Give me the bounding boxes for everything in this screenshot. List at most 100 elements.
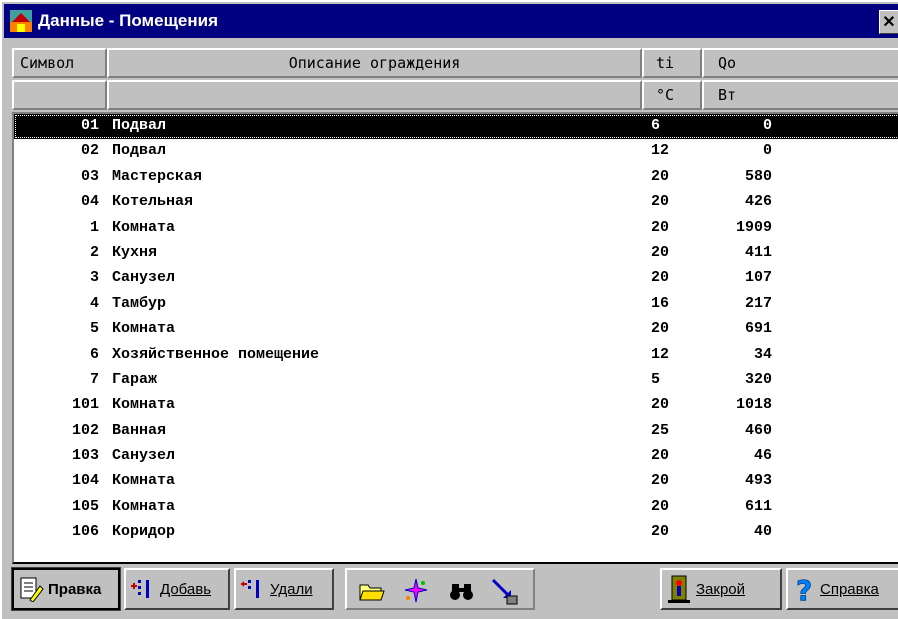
delete-button[interactable]: Удали bbox=[234, 568, 334, 610]
add-label: Добавь bbox=[160, 580, 212, 598]
row-ti: 20 bbox=[651, 497, 670, 515]
row-name: Комната bbox=[112, 396, 176, 414]
row-ti: 12 bbox=[651, 142, 670, 160]
row-qo: 1909 bbox=[735, 218, 772, 236]
app-icon bbox=[10, 10, 32, 32]
row-name: Комната bbox=[112, 320, 176, 338]
row-qo: 426 bbox=[744, 193, 772, 211]
row-ti: 20 bbox=[651, 396, 670, 414]
list-item[interactable]: 6 Хозяйственное помещение 12 34 bbox=[14, 343, 898, 368]
row-name: Комната bbox=[112, 497, 176, 515]
list-item[interactable]: 3 Санузел 20 107 bbox=[14, 266, 898, 291]
row-ti: 6 bbox=[651, 117, 661, 134]
row-qo: 107 bbox=[744, 269, 772, 287]
row-ti: 16 bbox=[651, 294, 670, 312]
row-number: 1 bbox=[89, 218, 99, 236]
row-qo: 493 bbox=[744, 472, 772, 490]
units-qo: Вт bbox=[702, 80, 898, 110]
row-name: Комната bbox=[112, 472, 176, 490]
row-qo: 411 bbox=[744, 243, 772, 261]
row-name: Хозяйственное помещение bbox=[112, 345, 320, 363]
row-name: Кухня bbox=[112, 243, 158, 261]
row-number: 104 bbox=[71, 472, 99, 490]
row-qo: 611 bbox=[744, 497, 772, 515]
row-ti: 5 bbox=[651, 370, 661, 388]
window-title: Данные - Помещения bbox=[38, 11, 219, 30]
delete-label: Удали bbox=[270, 580, 313, 598]
row-ti: 20 bbox=[651, 243, 670, 261]
row-name: Котельная bbox=[112, 193, 194, 211]
header-description[interactable]: Описание ограждения bbox=[107, 48, 642, 78]
row-qo: 460 bbox=[744, 421, 772, 439]
row-name: Подвал bbox=[112, 142, 167, 160]
row-number: 105 bbox=[71, 497, 99, 515]
row-ti: 20 bbox=[651, 523, 670, 541]
list-item[interactable]: 1 Комната 20 1909 bbox=[14, 216, 898, 241]
header-ti[interactable]: ti bbox=[642, 48, 702, 78]
row-number: 101 bbox=[71, 396, 99, 414]
row-ti: 20 bbox=[651, 447, 670, 465]
close-button[interactable]: Закрой bbox=[660, 568, 782, 610]
tools-group bbox=[345, 568, 535, 610]
row-name: Мастерская bbox=[112, 167, 203, 185]
close-icon: ✕ bbox=[882, 14, 896, 31]
rooms-list[interactable]: 01 Подвал 6 0 02 Подвал 12 0 03 Мастерская 20 580 04… bbox=[12, 112, 898, 564]
list-item[interactable]: 105 Комната 20 611 bbox=[14, 495, 898, 520]
help-question-icon: ? bbox=[796, 574, 813, 604]
list-item[interactable]: 101 Комната 20 1018 bbox=[14, 393, 898, 418]
list-item[interactable]: 04 Котельная 20 426 bbox=[14, 190, 898, 215]
list-item[interactable]: 03 Мастерская 20 580 bbox=[14, 165, 898, 190]
header-qo[interactable]: Qo bbox=[702, 48, 898, 78]
row-name: Санузел bbox=[112, 447, 176, 465]
units-ti: °C bbox=[642, 80, 702, 110]
column-units-row: °C Вт bbox=[12, 80, 898, 110]
list-item[interactable]: 02 Подвал 12 0 bbox=[14, 139, 898, 164]
help-label: Справка bbox=[820, 580, 879, 598]
list-item[interactable]: 103 Санузел 20 46 bbox=[14, 444, 898, 469]
open-folder-button[interactable] bbox=[357, 575, 387, 607]
list-item[interactable]: 5 Комната 20 691 bbox=[14, 317, 898, 342]
row-ti: 25 bbox=[651, 421, 670, 439]
sort-button[interactable] bbox=[489, 575, 519, 607]
add-button[interactable]: Добавь bbox=[124, 568, 230, 610]
row-ti: 20 bbox=[651, 472, 670, 490]
header-symbol[interactable]: Символ bbox=[12, 48, 107, 78]
units-description bbox=[107, 80, 642, 110]
sort-arrow-icon bbox=[491, 578, 518, 605]
list-item[interactable]: 7 Гараж 5 320 bbox=[14, 368, 898, 393]
edit-button[interactable]: Правка bbox=[11, 567, 121, 611]
title-bar[interactable]: Данные - Помещения ✕ bbox=[4, 4, 898, 38]
help-button[interactable]: ? Справка bbox=[786, 568, 898, 610]
row-number: 01 bbox=[80, 117, 99, 134]
find-button[interactable] bbox=[447, 575, 477, 607]
row-ti: 20 bbox=[651, 167, 670, 185]
binoculars-icon bbox=[450, 584, 473, 600]
list-item[interactable]: 106 Коридор 20 40 bbox=[14, 520, 898, 545]
edit-label: Правка bbox=[48, 580, 102, 598]
list-item[interactable]: 2 Кухня 20 411 bbox=[14, 241, 898, 266]
row-name: Комната bbox=[112, 218, 176, 236]
list-item[interactable]: 102 Ванная 25 460 bbox=[14, 419, 898, 444]
magic-button[interactable] bbox=[401, 575, 431, 607]
row-number: 04 bbox=[80, 193, 99, 211]
close-window-button[interactable]: ✕ bbox=[879, 10, 898, 34]
row-qo: 217 bbox=[744, 294, 772, 312]
row-qo: 1018 bbox=[735, 396, 772, 414]
row-qo: 0 bbox=[762, 117, 772, 134]
row-number: 3 bbox=[89, 269, 99, 287]
row-name: Ванная bbox=[112, 421, 167, 439]
row-qo: 46 bbox=[753, 447, 772, 465]
bottom-toolbar: Правка Добавь Удали Закрой ? Справка bbox=[11, 567, 898, 618]
sparkle-icon bbox=[404, 578, 428, 603]
row-ti: 20 bbox=[651, 218, 670, 236]
column-header-row: Символ Описание ограждения ti Qo bbox=[12, 48, 898, 78]
list-item[interactable]: 4 Тамбур 16 217 bbox=[14, 292, 898, 317]
row-name: Санузел bbox=[112, 269, 176, 287]
row-ti: 12 bbox=[651, 345, 670, 363]
row-ti: 20 bbox=[651, 193, 670, 211]
row-number: 7 bbox=[89, 370, 99, 388]
row-number: 03 bbox=[80, 167, 99, 185]
list-item[interactable]: 104 Комната 20 493 bbox=[14, 469, 898, 494]
row-number: 103 bbox=[71, 447, 99, 465]
list-item[interactable]: 01 Подвал 6 0 bbox=[14, 114, 898, 140]
